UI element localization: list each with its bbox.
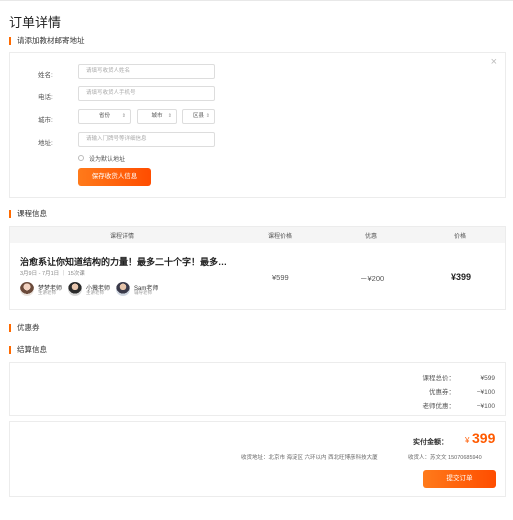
payment-panel: 实付金额： ¥ 399 收货地址：北京市 海淀区 六环以内 西北旺博彦科技大厦 … [9,421,506,497]
column-header: 优惠 [365,234,378,240]
coupon-section-title: 优惠券 [9,324,40,332]
address-input[interactable]: 请输入门牌号等详细信息 [78,132,215,147]
city-select[interactable]: 城市 ⇕ [137,109,177,124]
summary-row: 老师优惠： −¥100 [423,400,496,410]
chevron-updown-icon: ⇕ [205,113,210,119]
save-receiver-button[interactable]: 保存收货人信息 [78,168,151,186]
phone-input[interactable]: 请填写收货人手机号 [78,86,215,101]
summary-row: 课程总价： ¥599 [423,372,496,382]
address-section-title: 请添加教材邮寄地址 [9,37,85,45]
teacher-role: 主讲老师 [38,290,56,295]
course-table: 课程详情 课程价格 优惠 价格 治愈系让你知道结构的力量！最多二十个字！最多… … [9,226,506,310]
top-divider [0,0,513,1]
price-summary-panel: 课程总价： ¥599 优惠券： −¥100 老师优惠： −¥100 [9,362,506,416]
column-header: 课程价格 [268,234,293,240]
summary-value: −¥100 [476,389,495,396]
avatar [116,282,130,296]
district-select[interactable]: 区县 ⇕ [182,109,215,124]
course-date: 3月9日 - 7月1日 ｜ 15次课 [20,271,85,277]
column-header: 价格 [454,234,467,240]
pay-amount: 399 [472,430,496,446]
course-section-title: 课程信息 [9,210,47,218]
teacher-role: 主讲老师 [86,290,104,295]
receiver-info: 收货人：苏文文 15070685940 [408,455,482,461]
city-label: 城市: [38,117,53,124]
name-label: 姓名: [38,72,53,79]
default-address-label: 设为默认地址 [89,157,126,163]
avatar [68,282,82,296]
course-price: ¥599 [272,273,289,282]
address-form-panel: × 姓名: 请填写收货人姓名 电话: 请填写收货人手机号 城市: 省份 ⇕ 城市… [9,52,506,198]
teacher-role: 辅导老师 [134,290,152,295]
course-table-header: 课程详情 课程价格 优惠 价格 [10,227,505,243]
pay-currency: ¥ [465,436,470,445]
name-input[interactable]: 请填写收货人姓名 [78,64,215,79]
summary-label: 老师优惠： [422,403,456,410]
column-header: 课程详情 [110,234,135,240]
summary-row: 优惠券： −¥100 [429,386,495,396]
shipping-address: 收货地址：北京市 海淀区 六环以内 西北旺博彦科技大厦 [241,455,378,461]
course-final-price: ¥399 [451,272,472,282]
default-address-radio[interactable] [78,155,84,161]
province-select[interactable]: 省份 ⇕ [78,109,131,124]
settlement-section-title: 结算信息 [9,346,47,354]
pay-label: 实付金额： [413,439,448,446]
avatar [20,282,34,296]
chevron-updown-icon: ⇕ [121,113,126,119]
address-label: 地址: [38,140,53,147]
phone-label: 电话: [38,94,53,101]
page-title: 订单详情 [9,15,62,30]
summary-value: ¥599 [480,375,495,382]
city-select-label: 城市 [151,113,163,119]
chevron-updown-icon: ⇕ [167,113,172,119]
district-select-label: 区县 [192,113,204,119]
course-title[interactable]: 治愈系让你知道结构的力量！最多二十个字！最多… [20,255,227,268]
close-icon[interactable]: × [491,56,497,68]
summary-value: −¥100 [476,403,495,410]
course-discount: －¥200 [360,274,385,283]
submit-order-button[interactable]: 提交订单 [423,470,496,488]
summary-label: 优惠券： [429,389,455,396]
province-select-label: 省份 [98,113,110,119]
summary-label: 课程总价： [422,375,456,382]
